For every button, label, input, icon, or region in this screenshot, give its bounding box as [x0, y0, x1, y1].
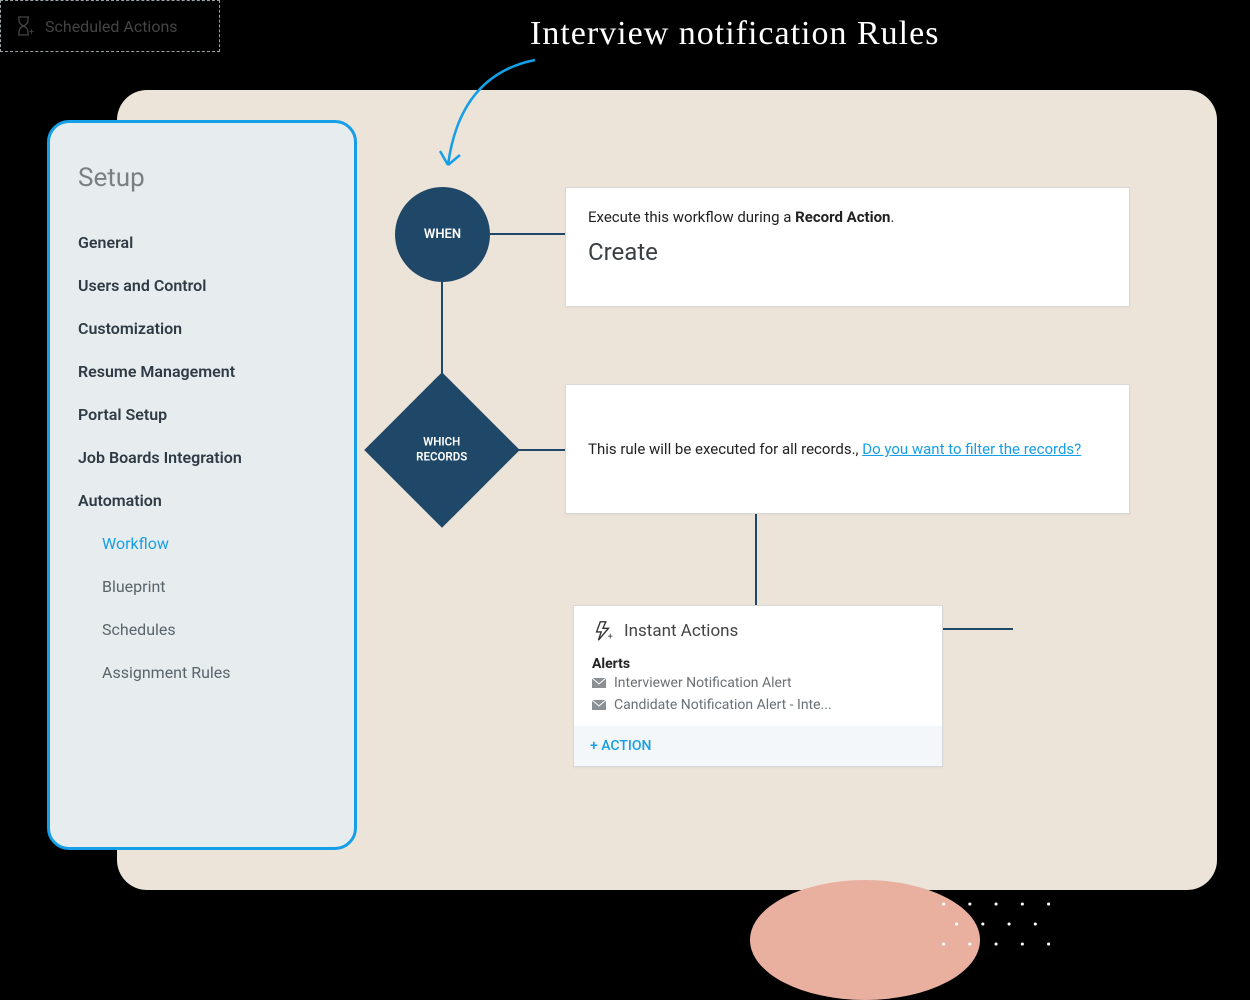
which-records-card[interactable]: This rule will be executed for all recor…	[565, 384, 1130, 514]
setup-sidebar: Setup General Users and Control Customiz…	[47, 120, 357, 850]
when-card[interactable]: Execute this workflow during a Record Ac…	[565, 187, 1130, 307]
when-node[interactable]: WHEN	[395, 187, 490, 282]
annotation-label: Interview notification Rules	[530, 15, 939, 53]
sidebar-sub-schedules[interactable]: Schedules	[78, 608, 326, 651]
sidebar-sub-workflow[interactable]: Workflow	[78, 522, 326, 565]
which-records-label: WHICHRECORDS	[416, 435, 467, 465]
add-action-button[interactable]: + ACTION	[574, 726, 942, 766]
sidebar-item-job-boards[interactable]: Job Boards Integration	[78, 436, 326, 479]
scheduled-actions-card[interactable]: + Scheduled Actions	[0, 0, 220, 52]
mail-icon	[592, 700, 606, 710]
sidebar-title: Setup	[78, 163, 326, 193]
mail-icon	[592, 678, 606, 688]
sidebar-sub-blueprint[interactable]: Blueprint	[78, 565, 326, 608]
when-value: Create	[588, 238, 1107, 266]
connector	[490, 233, 565, 235]
filter-records-link[interactable]: Do you want to filter the records?	[862, 440, 1081, 458]
when-label: WHEN	[424, 227, 461, 242]
sidebar-item-portal-setup[interactable]: Portal Setup	[78, 393, 326, 436]
decorative-speckles: · · · · · · · · ·· · · · ·	[940, 895, 1058, 955]
sidebar-item-customization[interactable]: Customization	[78, 307, 326, 350]
alert-item[interactable]: Interviewer Notification Alert	[592, 672, 924, 694]
when-description: Execute this workflow during a Record Ac…	[588, 208, 1107, 226]
instant-actions-card[interactable]: + Instant Actions Alerts Interviewer Not…	[573, 605, 943, 767]
hourglass-icon: +	[15, 15, 35, 37]
lightning-icon: +	[592, 620, 614, 642]
instant-actions-title: Instant Actions	[624, 621, 738, 641]
which-records-text: This rule will be executed for all recor…	[588, 440, 1081, 458]
connector	[755, 514, 757, 605]
sidebar-item-users[interactable]: Users and Control	[78, 264, 326, 307]
svg-text:+: +	[29, 28, 34, 37]
sidebar-sub-assignment-rules[interactable]: Assignment Rules	[78, 651, 326, 694]
sidebar-item-resume-management[interactable]: Resume Management	[78, 350, 326, 393]
alert-item[interactable]: Candidate Notification Alert - Inte...	[592, 694, 924, 716]
svg-text:+: +	[608, 632, 613, 642]
sidebar-item-automation[interactable]: Automation	[78, 479, 326, 522]
sidebar-item-general[interactable]: General	[78, 221, 326, 264]
scheduled-actions-title: Scheduled Actions	[45, 17, 178, 36]
alerts-label: Alerts	[592, 656, 924, 672]
connector	[943, 628, 1013, 630]
